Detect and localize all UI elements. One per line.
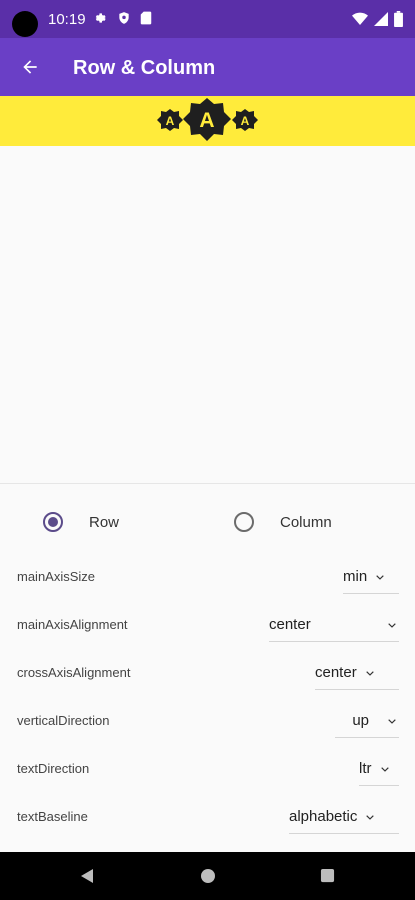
status-icons-left <box>94 11 152 25</box>
vertical-direction-dropdown[interactable]: up <box>335 704 399 738</box>
property-row-text-baseline: textBaseline alphabetic <box>0 792 415 840</box>
nav-back-icon[interactable] <box>79 868 95 884</box>
sd-card-icon <box>140 11 152 25</box>
property-label: crossAxisAlignment <box>17 665 131 680</box>
property-row-main-axis-size: mainAxisSize min <box>0 552 415 600</box>
back-button[interactable] <box>14 51 46 83</box>
property-row-main-axis-alignment: mainAxisAlignment center <box>0 600 415 648</box>
preview-area <box>0 146 415 484</box>
status-bar: 10:19 <box>0 0 415 38</box>
status-icons-right <box>352 11 403 27</box>
text-direction-dropdown[interactable]: ltr <box>359 752 399 786</box>
chevron-down-icon <box>388 622 396 628</box>
radio-row-label[interactable]: Row <box>89 514 119 531</box>
chevron-down-icon <box>366 814 375 820</box>
shield-icon <box>119 12 129 24</box>
property-row-cross-axis-alignment: crossAxisAlignment center <box>0 648 415 696</box>
page-title: Row & Column <box>73 57 216 79</box>
signal-icon <box>374 12 388 26</box>
text-baseline-dropdown[interactable]: alphabetic <box>289 800 399 834</box>
nav-home-icon[interactable] <box>200 868 216 884</box>
layout-mode-radio-group: Row Column <box>0 500 415 544</box>
property-row-vertical-direction: verticalDirection up <box>0 696 415 744</box>
svg-text:A: A <box>166 114 175 128</box>
badge-small-right: A <box>232 109 258 131</box>
dropdown-value: center <box>269 616 311 633</box>
cross-axis-alignment-dropdown[interactable]: center <box>315 656 399 690</box>
radio-column[interactable] <box>234 512 254 532</box>
chevron-down-icon <box>380 766 389 772</box>
radio-column-label[interactable]: Column <box>280 514 332 531</box>
app-bar: Row & Column <box>0 38 415 96</box>
battery-icon <box>394 11 403 27</box>
property-label: textDirection <box>17 761 90 776</box>
arrow-back-icon <box>23 60 37 74</box>
dropdown-value: ltr <box>359 760 372 777</box>
property-row-text-direction: textDirection ltr <box>0 744 415 792</box>
property-label: mainAxisAlignment <box>17 617 128 632</box>
dropdown-value: min <box>343 568 368 585</box>
system-nav-bar <box>0 852 415 900</box>
gear-icon <box>95 13 106 23</box>
main-axis-size-dropdown[interactable]: min <box>343 560 399 594</box>
chevron-down-icon <box>376 574 384 580</box>
dropdown-value: center <box>315 664 357 681</box>
property-label: textBaseline <box>17 809 88 824</box>
property-label: mainAxisSize <box>17 569 96 584</box>
camera-cutout <box>12 11 38 37</box>
preview-banner: A A A <box>0 96 415 146</box>
badge-large-center: A <box>183 98 231 141</box>
status-time: 10:19 <box>48 11 86 28</box>
property-label: verticalDirection <box>17 713 110 728</box>
badge-small-left: A <box>157 109 183 131</box>
dropdown-value: up <box>352 712 369 729</box>
main-axis-alignment-dropdown[interactable]: center <box>269 608 399 642</box>
chevron-down-icon <box>365 670 374 676</box>
nav-recents-icon[interactable] <box>320 868 335 883</box>
svg-text:A: A <box>241 114 250 128</box>
svg-text:A: A <box>199 109 214 132</box>
radio-row[interactable] <box>43 512 63 532</box>
dropdown-value: alphabetic <box>289 808 358 825</box>
badge-group: A A A <box>157 98 258 141</box>
chevron-down-icon <box>388 718 396 724</box>
wifi-icon <box>352 12 368 25</box>
